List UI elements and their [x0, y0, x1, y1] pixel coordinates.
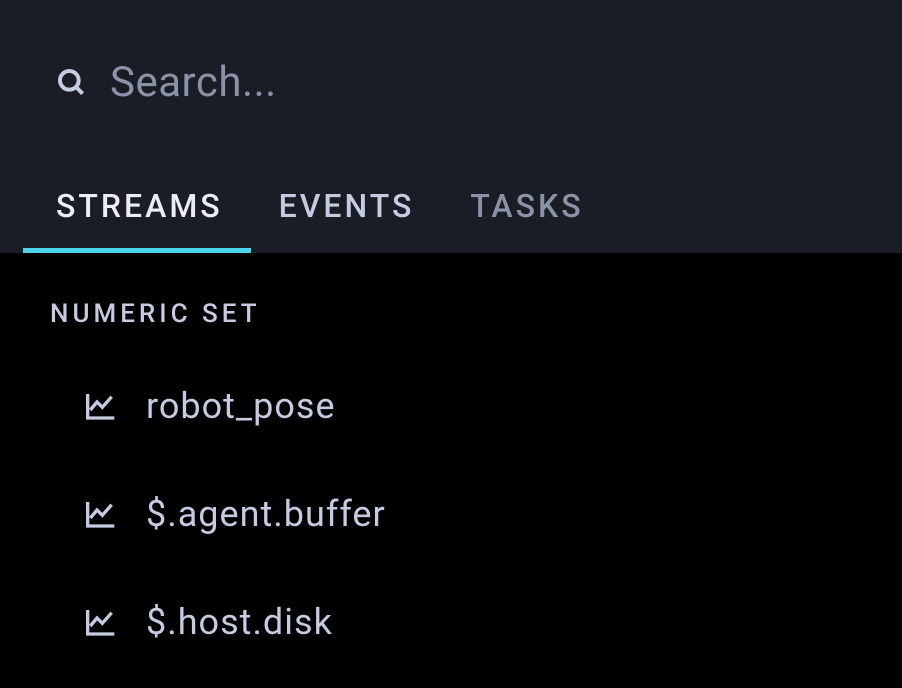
tabs-container: STREAMS EVENTS TASKS: [56, 187, 846, 253]
search-input[interactable]: [110, 58, 846, 107]
tab-events[interactable]: EVENTS: [279, 187, 415, 253]
stream-item-host-disk[interactable]: $.host.disk: [50, 601, 902, 643]
stream-item-robot-pose[interactable]: robot_pose: [50, 385, 902, 427]
section-header-numeric-set: NUMERIC SET: [50, 299, 902, 329]
search-icon: [56, 67, 88, 99]
stream-label: robot_pose: [146, 385, 336, 427]
chart-line-icon: [84, 390, 118, 422]
chart-line-icon: [84, 498, 118, 530]
stream-label: $.host.disk: [146, 601, 333, 643]
stream-item-agent-buffer[interactable]: $.agent.buffer: [50, 493, 902, 535]
chart-line-icon: [84, 606, 118, 638]
tab-tasks[interactable]: TASKS: [470, 187, 583, 253]
tab-streams[interactable]: STREAMS: [56, 187, 223, 253]
stream-label: $.agent.buffer: [146, 493, 386, 535]
content-section: NUMERIC SET robot_pose $.agent.buffer: [0, 253, 902, 643]
search-container: [56, 58, 846, 107]
header-section: STREAMS EVENTS TASKS: [0, 0, 902, 253]
